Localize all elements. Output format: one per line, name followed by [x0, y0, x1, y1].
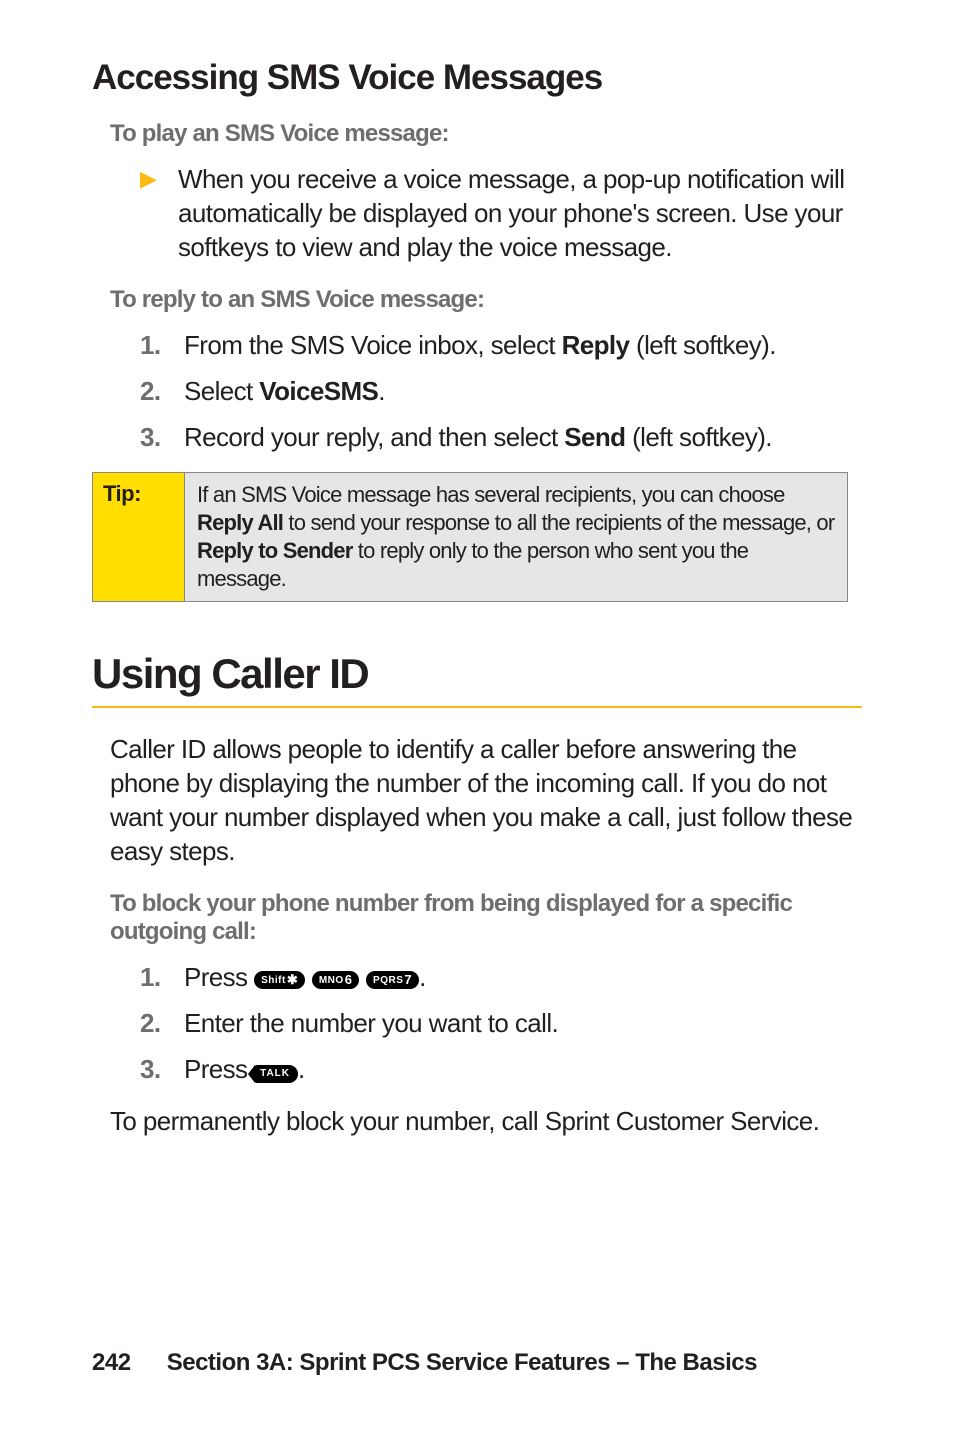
key-small: MNO	[319, 975, 344, 986]
key-small: PQRS	[373, 975, 403, 986]
text: .	[378, 376, 385, 406]
bold-text: VoiceSMS	[259, 376, 378, 406]
step-number: 3.	[140, 420, 184, 454]
step-item: 1. Press Shift✱ MNO6 PQRS7.	[140, 960, 862, 994]
text: From the SMS Voice inbox, select	[184, 330, 562, 360]
lead-block-number: To block your phone number from being di…	[110, 890, 862, 946]
heading-using-caller-id: Using Caller ID	[92, 650, 862, 708]
step-number: 1.	[140, 960, 184, 994]
page-footer: 242 Section 3A: Sprint PCS Service Featu…	[92, 1349, 757, 1377]
step-item: 2. Select VoiceSMS.	[140, 374, 862, 408]
bold-text: Reply to Sender	[197, 538, 352, 563]
key-shift-icon: Shift✱	[254, 971, 305, 989]
tip-box: Tip: If an SMS Voice message has several…	[92, 472, 848, 602]
key-7-icon: PQRS7	[366, 971, 419, 989]
step-text: Press TALK.	[184, 1052, 305, 1086]
text: If an SMS Voice message has several reci…	[197, 482, 785, 507]
text: (left softkey).	[625, 422, 771, 452]
bullet-item: ▶ When you receive a voice message, a po…	[140, 162, 862, 264]
bullet-text: When you receive a voice message, a pop-…	[178, 162, 862, 264]
text: (left softkey).	[629, 330, 775, 360]
bold-text: Reply All	[197, 510, 283, 535]
key-6-icon: MNO6	[312, 971, 360, 989]
step-text: From the SMS Voice inbox, select Reply (…	[184, 328, 776, 362]
text: .	[298, 1054, 305, 1084]
lead-reply-sms: To reply to an SMS Voice message:	[110, 286, 862, 314]
step-number: 3.	[140, 1052, 184, 1086]
key-talk-icon: TALK	[254, 1065, 298, 1083]
lead-play-sms: To play an SMS Voice message:	[110, 120, 862, 148]
text: .	[419, 962, 426, 992]
step-item: 2. Enter the number you want to call.	[140, 1006, 862, 1040]
key-big: 6	[345, 972, 353, 987]
step-item: 3. Press TALK.	[140, 1052, 862, 1086]
text: Select	[184, 376, 259, 406]
triangle-bullet-icon: ▶	[140, 162, 178, 264]
step-text: Select VoiceSMS.	[184, 374, 385, 408]
step-item: 1. From the SMS Voice inbox, select Repl…	[140, 328, 862, 362]
tip-body: If an SMS Voice message has several reci…	[185, 473, 847, 601]
heading-accessing-sms: Accessing SMS Voice Messages	[92, 58, 862, 98]
step-number: 1.	[140, 328, 184, 362]
tip-label: Tip:	[93, 473, 185, 601]
step-item: 3. Record your reply, and then select Se…	[140, 420, 862, 454]
text: Press	[184, 1054, 254, 1084]
permanent-block-paragraph: To permanently block your number, call S…	[110, 1104, 862, 1138]
text: Record your reply, and then select	[184, 422, 564, 452]
step-text: Press Shift✱ MNO6 PQRS7.	[184, 960, 426, 994]
step-number: 2.	[140, 1006, 184, 1040]
step-text: Enter the number you want to call.	[184, 1006, 558, 1040]
key-small: Shift	[261, 975, 286, 986]
step-number: 2.	[140, 374, 184, 408]
steps-reply: 1. From the SMS Voice inbox, select Repl…	[140, 328, 862, 454]
step-text: Record your reply, and then select Send …	[184, 420, 772, 454]
page-number: 242	[92, 1349, 131, 1376]
caller-id-paragraph: Caller ID allows people to identify a ca…	[110, 732, 862, 868]
key-big: ✱	[287, 972, 298, 987]
steps-block-number: 1. Press Shift✱ MNO6 PQRS7. 2. Enter the…	[140, 960, 862, 1086]
key-big: 7	[404, 972, 412, 987]
text: to send your response to all the recipie…	[283, 510, 834, 535]
section-title: Section 3A: Sprint PCS Service Features …	[167, 1349, 757, 1376]
text: Press	[184, 962, 254, 992]
bold-text: Send	[564, 422, 625, 452]
bold-text: Reply	[562, 330, 630, 360]
